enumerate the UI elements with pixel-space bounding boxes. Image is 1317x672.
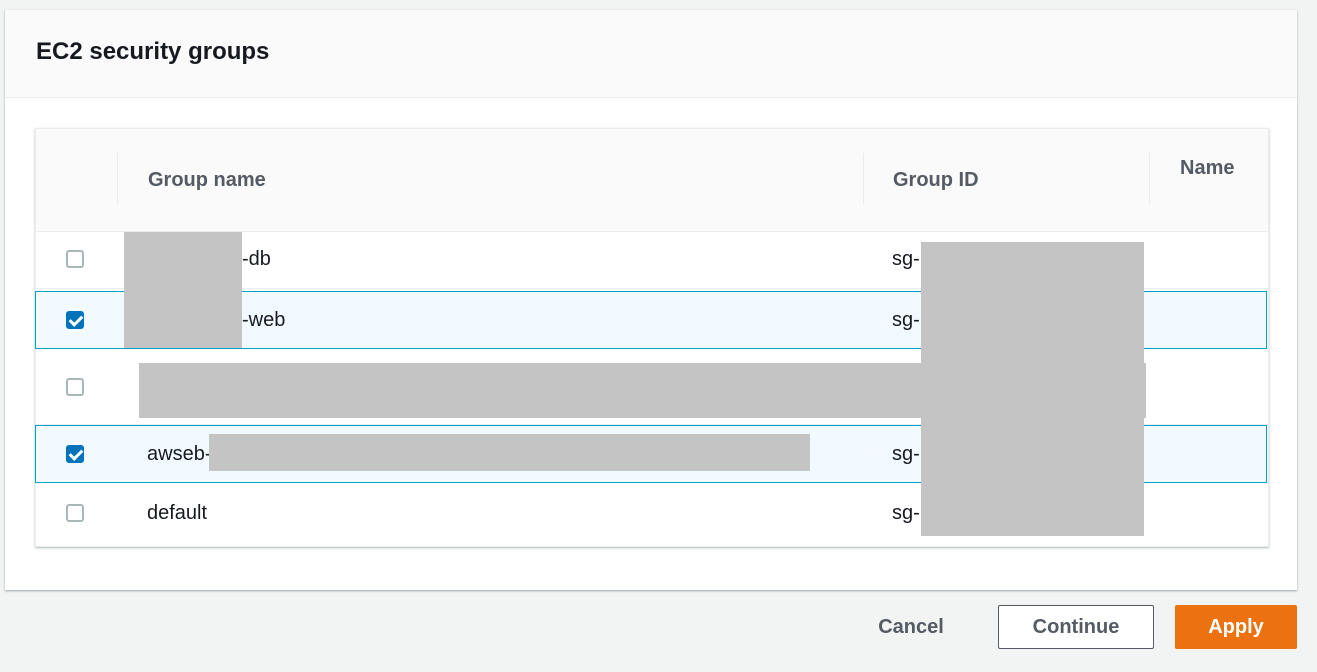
group-name-cell: awseb- <box>147 443 212 465</box>
group-id-cell: sg- <box>892 309 920 331</box>
column-separator <box>1149 153 1150 205</box>
table-header: Group name Group ID Name <box>36 129 1268 232</box>
row-checkbox[interactable] <box>66 378 84 396</box>
row-checkbox-checked[interactable] <box>66 445 84 463</box>
column-header-group-id[interactable]: Group ID <box>893 129 1143 231</box>
row-checkbox[interactable] <box>66 504 84 522</box>
cancel-button[interactable]: Cancel <box>852 605 970 649</box>
column-header-group-name[interactable]: Group name <box>148 129 398 231</box>
column-separator <box>863 153 864 205</box>
group-name-cell: -web <box>242 309 286 331</box>
panel-title: EC2 security groups <box>36 38 270 65</box>
group-id-cell: sg- <box>892 502 920 524</box>
group-id-cell: sg- <box>892 248 920 270</box>
redaction-block <box>921 242 1144 536</box>
redaction-block <box>124 232 242 348</box>
continue-button[interactable]: Continue <box>998 605 1154 649</box>
row-checkbox-checked[interactable] <box>66 311 84 329</box>
panel-header: EC2 security groups <box>5 10 1297 98</box>
group-name-cell: -db <box>242 248 271 270</box>
redaction-block <box>209 434 810 471</box>
group-id-cell: sg- <box>892 443 920 465</box>
row-checkbox[interactable] <box>66 250 84 268</box>
column-header-name[interactable]: Name <box>1180 129 1240 231</box>
column-separator <box>117 153 118 205</box>
apply-button[interactable]: Apply <box>1175 605 1297 649</box>
group-name-cell: default <box>147 502 208 524</box>
